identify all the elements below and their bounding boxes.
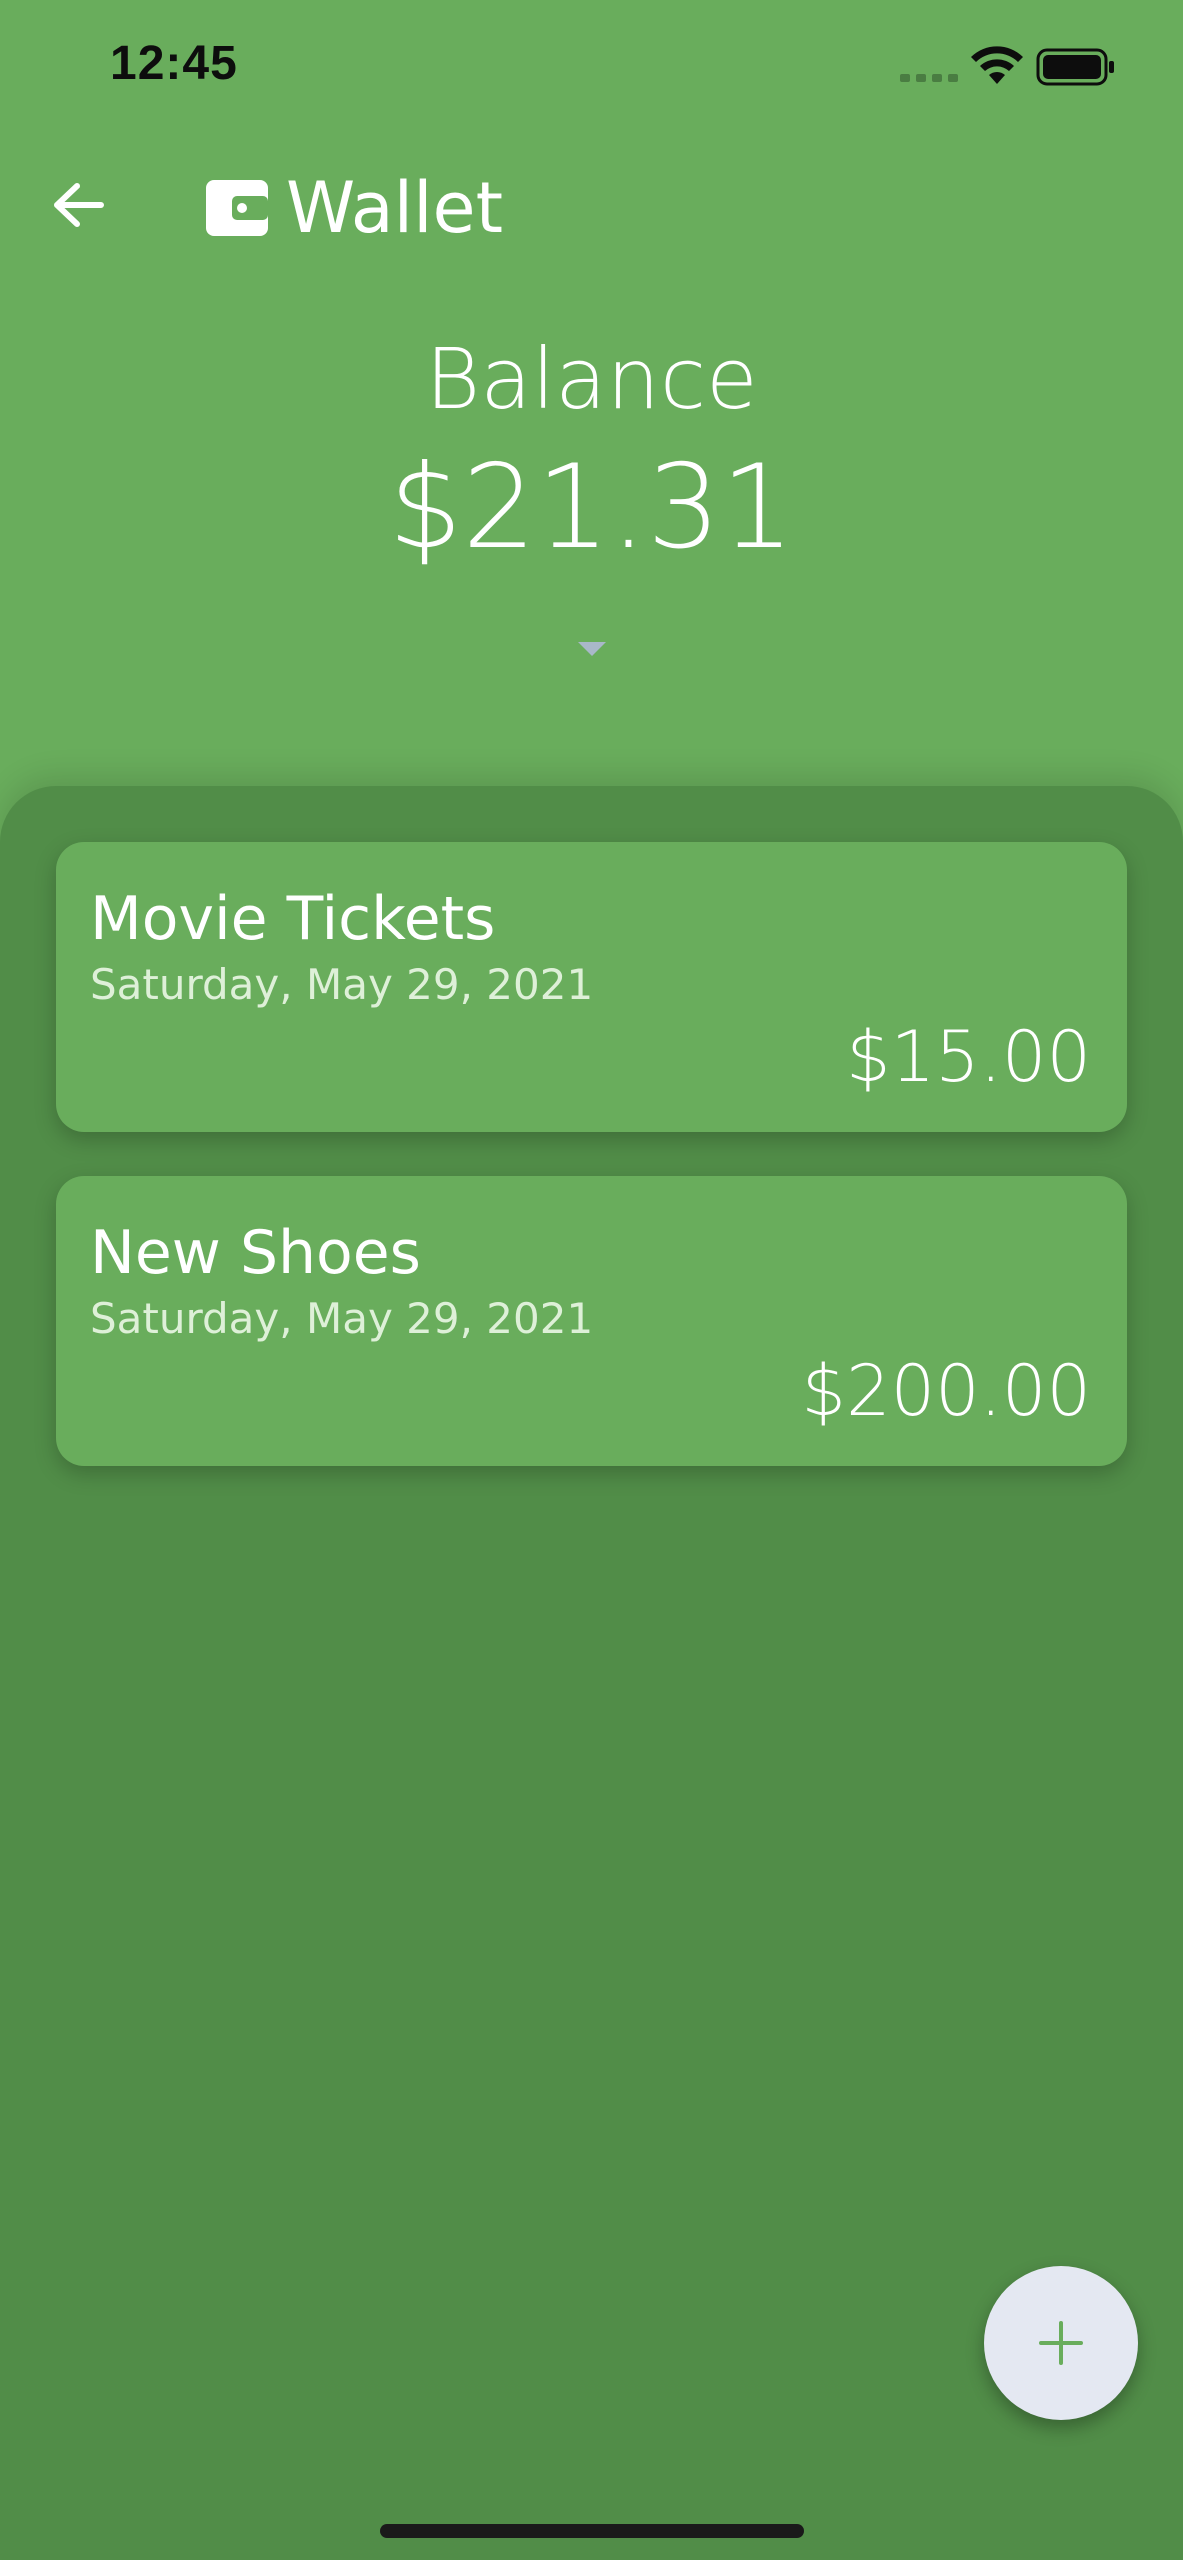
transaction-date: Saturday, May 29, 2021 [90, 960, 594, 1009]
transaction-title: New Shoes [90, 1218, 421, 1288]
app-title: Wallet [206, 167, 504, 249]
add-transaction-button[interactable] [984, 2266, 1138, 2420]
status-time: 12:45 [110, 37, 238, 90]
wallet-icon [206, 180, 268, 236]
transaction-card-movie-tickets[interactable]: Movie Tickets Saturday, May 29, 2021 $15… [56, 842, 1127, 1132]
transaction-date: Saturday, May 29, 2021 [90, 1294, 594, 1343]
transaction-title: Movie Tickets [90, 884, 496, 954]
back-button[interactable] [44, 170, 114, 240]
transaction-amount: $15.00 [846, 1016, 1091, 1098]
signal-dots-icon [900, 74, 958, 82]
balance-value: $21.31 [388, 440, 795, 575]
transaction-amount: $200.00 [801, 1350, 1091, 1432]
plus-icon [1039, 2321, 1083, 2365]
transaction-card-new-shoes[interactable]: New Shoes Saturday, May 29, 2021 $200.00 [56, 1176, 1127, 1466]
wifi-icon [971, 46, 1023, 84]
arrow-left-icon [54, 183, 104, 227]
page-title: Wallet [286, 167, 504, 249]
caret-down-icon[interactable] [574, 636, 610, 660]
home-indicator [380, 2524, 804, 2538]
balance-label: Balance [425, 330, 758, 428]
battery-icon [1036, 48, 1114, 86]
status-bar: 12:45 [0, 0, 1183, 140]
